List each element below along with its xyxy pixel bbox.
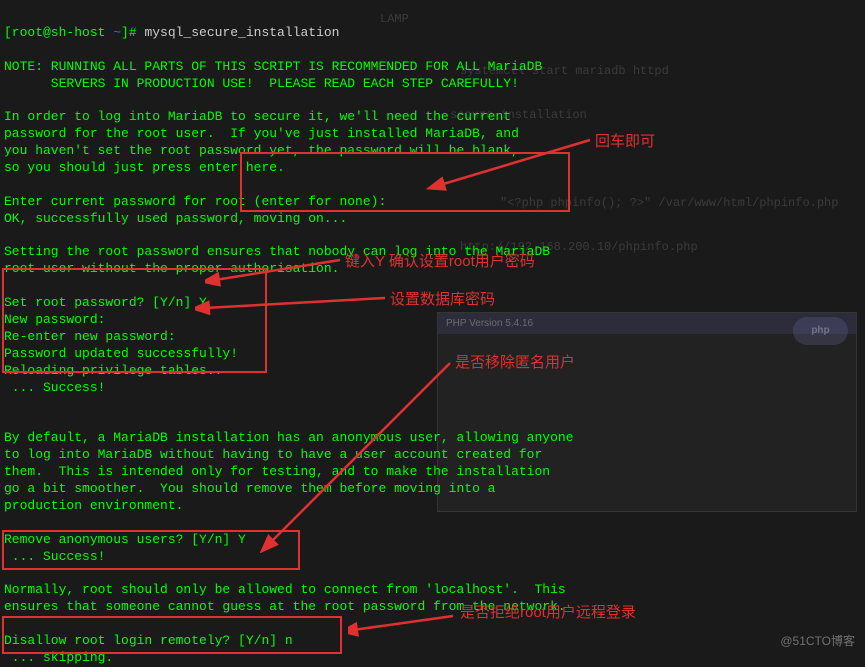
prompt-close: ]#	[121, 25, 144, 40]
note-text: NOTE: RUNNING ALL PARTS OF THIS SCRIPT I…	[4, 59, 542, 91]
terminal-output: [root@sh-host ~]# mysql_secure_installat…	[0, 0, 865, 658]
prompt-path: ~	[113, 25, 121, 40]
normally-text: Normally, root should only be allowed to…	[4, 582, 566, 614]
watermark: @51CTO博客	[780, 634, 855, 650]
anon-text: By default, a MariaDB installation has a…	[4, 430, 574, 513]
setting-pw-text: Setting the root password ensures that n…	[4, 244, 550, 276]
set-root-text: Set root password? [Y/n] Y New password:…	[4, 295, 238, 394]
prompt-userhost: [root@sh-host	[4, 25, 113, 40]
remove-anon-text: Remove anonymous users? [Y/n] Y ... Succ…	[4, 532, 246, 564]
disallow-text: Disallow root login remotely? [Y/n] n ..…	[4, 633, 293, 665]
command-text: mysql_secure_installation	[144, 25, 339, 40]
intro-text: In order to log into MariaDB to secure i…	[4, 109, 519, 175]
enter-pw-text: Enter current password for root (enter f…	[4, 194, 386, 226]
